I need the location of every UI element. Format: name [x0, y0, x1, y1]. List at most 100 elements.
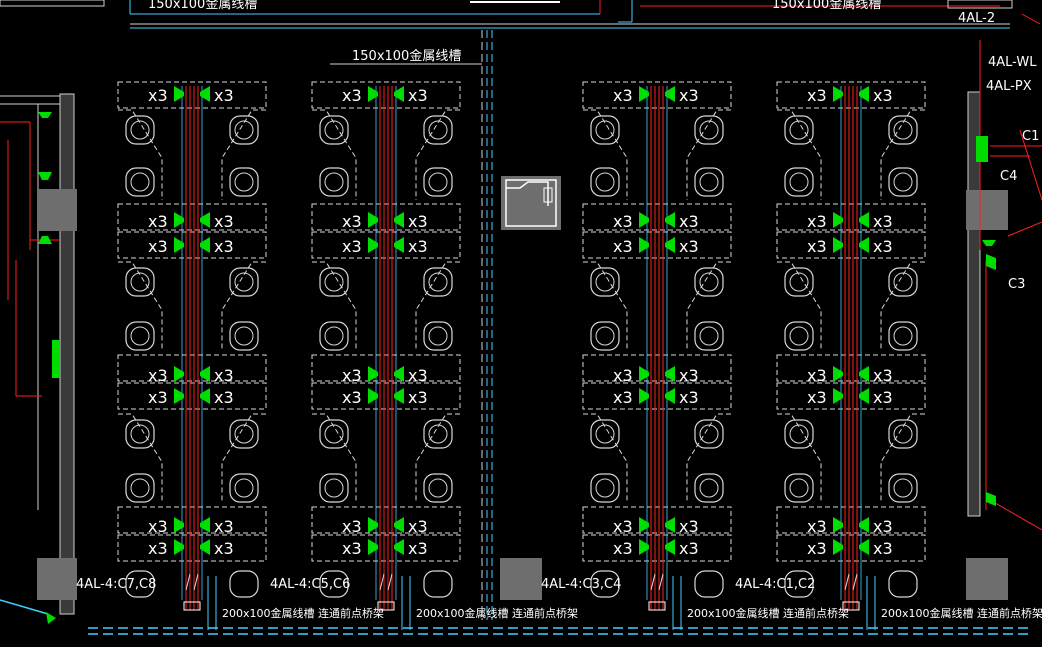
- chair-icon: [699, 478, 719, 498]
- chair-icon: [893, 172, 913, 192]
- outlet-count-label: x3: [873, 212, 893, 231]
- chair-icon: [319, 321, 349, 351]
- outlet-count-label: x3: [873, 517, 893, 536]
- floor-outlet-icon: [833, 86, 843, 102]
- circuit-leader: [193, 573, 199, 591]
- chair-icon: [423, 267, 453, 297]
- floor-outlet-icon: [833, 517, 843, 533]
- chair-icon: [694, 167, 724, 197]
- chair-icon: [234, 326, 254, 346]
- desk: [776, 81, 926, 109]
- chair-icon: [888, 267, 918, 297]
- desk: [117, 231, 267, 259]
- floor-outlet-icon: [665, 212, 675, 228]
- outlet-count-label: x3: [807, 388, 827, 407]
- chair-icon: [590, 267, 620, 297]
- desk: [582, 534, 732, 562]
- chair-icon: [789, 478, 809, 498]
- chair-icon: [319, 167, 349, 197]
- bottom-tray-label: 200x100金属线槽 连通前点桥架: [222, 606, 384, 620]
- chair-icon: [590, 321, 620, 351]
- outlet-count-label: x3: [408, 517, 428, 536]
- floor-outlet-icon: [174, 237, 184, 253]
- floor-outlet-icon: [639, 517, 649, 533]
- bottom-tray-label: 200x100金属线槽 连通前点桥架: [416, 606, 578, 620]
- chair-icon: [789, 424, 809, 444]
- chair-icon: [893, 272, 913, 292]
- chair-icon: [784, 473, 814, 503]
- outlet-count-label: x3: [408, 539, 428, 558]
- wall-socket-icon: [976, 136, 988, 162]
- chair-icon: [590, 115, 620, 145]
- floor-outlet-icon: [859, 212, 869, 228]
- desk: [311, 354, 461, 382]
- chair-icon: [428, 120, 448, 140]
- desk: [582, 506, 732, 534]
- chair-icon: [888, 570, 918, 598]
- circuit-leader: [650, 573, 656, 591]
- desk-return: [777, 109, 822, 200]
- outlet-count-label: x3: [679, 212, 699, 231]
- circuit-leader: [658, 573, 664, 591]
- left-tray-link: [0, 599, 49, 615]
- wall-socket-icon: [986, 492, 996, 506]
- workstation-cluster: x3 x3 x3 x3 x3 x3 x3 x3 x3 x3 x3 x3 x3 x3 4AL-4:C5,C6 2…: [270, 81, 578, 630]
- floor-outlet-icon: [639, 366, 649, 382]
- outlet-count-label: x3: [873, 388, 893, 407]
- outlet-count-label: x3: [148, 517, 168, 536]
- chair-icon: [125, 167, 155, 197]
- chair-icon: [428, 478, 448, 498]
- circuit-label: 4AL-4:C3,C4: [541, 577, 621, 592]
- outlet-count-label: x3: [342, 237, 362, 256]
- outlet-count-label: x3: [807, 517, 827, 536]
- desk-return: [118, 109, 163, 200]
- chair-icon: [694, 267, 724, 297]
- chair-icon: [789, 120, 809, 140]
- desk-return: [777, 261, 822, 350]
- outlet-count-label: x3: [613, 517, 633, 536]
- outlet-count-label: x3: [214, 237, 234, 256]
- chair-icon: [893, 424, 913, 444]
- chair-icon: [694, 419, 724, 449]
- chair-icon: [595, 478, 615, 498]
- chair-icon: [125, 267, 155, 297]
- floor-outlet-icon: [200, 388, 210, 404]
- desk: [776, 506, 926, 534]
- chair-icon: [784, 419, 814, 449]
- circuit-leader: [379, 573, 385, 591]
- chair-icon: [324, 326, 344, 346]
- outlet-count-label: x3: [148, 212, 168, 231]
- floor-outlet-icon: [665, 237, 675, 253]
- desk-return: [880, 109, 925, 200]
- center-shaft: 150x100金属线槽: [330, 30, 561, 620]
- top-tray-label-right: 150x100金属线槽: [772, 0, 881, 12]
- desk: [117, 81, 267, 109]
- desk-return: [415, 261, 460, 350]
- branch-tray: [207, 576, 217, 630]
- floor-outlet-icon: [665, 86, 675, 102]
- chair-icon: [590, 473, 620, 503]
- chair-icon: [595, 424, 615, 444]
- floor-outlet-icon: [859, 517, 869, 533]
- chair-icon: [699, 172, 719, 192]
- chair-icon: [784, 115, 814, 145]
- chair-icon: [130, 478, 150, 498]
- desk-return: [118, 261, 163, 350]
- label-4al-px: 4AL-PX: [986, 79, 1032, 94]
- top-wall-segment: [0, 0, 105, 7]
- chair-icon: [595, 272, 615, 292]
- top-red-wire: [1021, 13, 1041, 25]
- outlet-count-label: x3: [613, 388, 633, 407]
- outlet-count-label: x3: [214, 212, 234, 231]
- desk: [311, 81, 461, 109]
- desk-return: [777, 413, 822, 502]
- outlet-count-label: x3: [148, 86, 168, 105]
- desk: [117, 534, 267, 562]
- outlet-count-label: x3: [342, 86, 362, 105]
- floor-outlet-icon: [394, 237, 404, 253]
- floor-outlet-icon: [833, 539, 843, 555]
- floor-outlet-icon: [200, 517, 210, 533]
- outlet-count-label: x3: [807, 366, 827, 385]
- chair-icon: [319, 473, 349, 503]
- chair-icon: [699, 272, 719, 292]
